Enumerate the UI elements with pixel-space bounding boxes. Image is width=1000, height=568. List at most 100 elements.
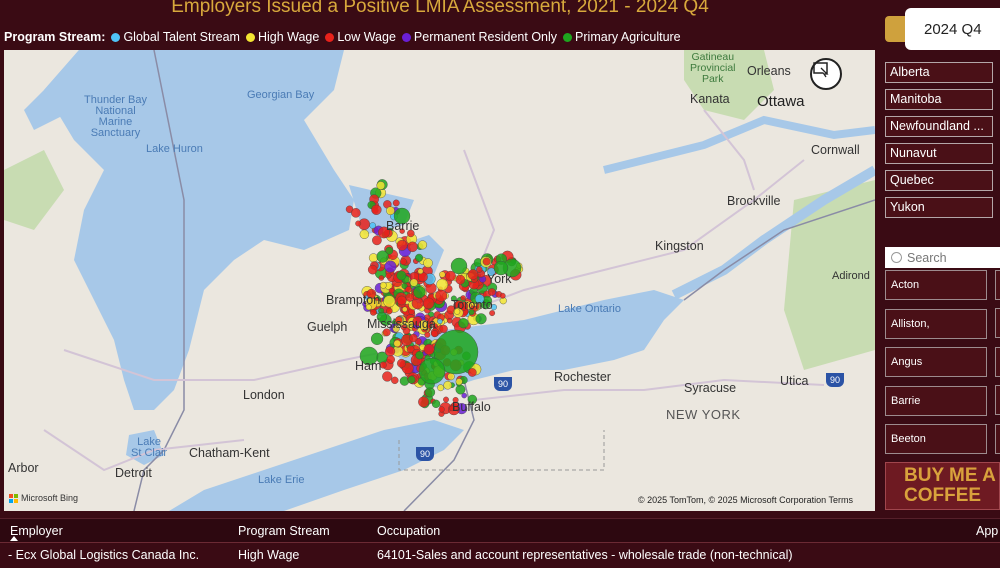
map-bubble[interactable] (369, 308, 377, 316)
map-bubble[interactable] (431, 330, 439, 338)
city-button-edge[interactable] (995, 347, 1000, 377)
map-bubble[interactable] (405, 286, 412, 293)
map-bubble[interactable] (359, 229, 370, 239)
map-bubble[interactable] (386, 307, 393, 315)
map-bubble[interactable] (392, 199, 400, 207)
map-bubble[interactable] (418, 240, 428, 250)
city-button-angus[interactable]: Angus (885, 347, 987, 377)
legend-item-global-talent[interactable]: Global Talent Stream (111, 30, 240, 44)
legend-item-high-wage[interactable]: High Wage (245, 30, 319, 44)
map-bubble[interactable] (378, 275, 385, 281)
city-button-alliston[interactable]: Alliston, (885, 308, 987, 339)
map-bubble[interactable] (370, 332, 384, 345)
map-bubble[interactable] (482, 257, 491, 266)
map-bubble[interactable] (400, 258, 407, 266)
legend-item-primary-agriculture[interactable]: Primary Agriculture (563, 30, 681, 44)
legend-item-low-wage[interactable]: Low Wage (325, 30, 396, 44)
map-bubble[interactable] (409, 333, 418, 343)
map-bubble[interactable] (385, 272, 392, 279)
map-bubble[interactable] (372, 235, 382, 246)
map-bubble[interactable] (407, 375, 416, 384)
map-bubble[interactable] (405, 293, 415, 302)
buy-me-a-coffee-button[interactable]: BUY ME A COFFEE (885, 462, 1000, 510)
map-bubble[interactable] (488, 288, 496, 296)
map-bubble[interactable] (396, 295, 407, 306)
map-bubble[interactable] (423, 258, 433, 268)
city-button-beeton[interactable]: Beeton (885, 424, 987, 454)
map-bubble[interactable] (367, 264, 378, 275)
column-header-program-stream[interactable]: Program Stream (238, 524, 330, 538)
province-button-quebec[interactable]: Quebec (885, 170, 993, 191)
legend-item-permanent-resident[interactable]: Permanent Resident Only (401, 30, 557, 44)
map-bubble[interactable] (443, 380, 453, 390)
column-header-app[interactable]: App (976, 524, 998, 538)
quarter-selector[interactable]: 2024 Q4 (905, 8, 1000, 50)
map-bubble[interactable] (397, 358, 406, 368)
map-bubble[interactable] (386, 206, 395, 216)
map-bubble[interactable] (393, 339, 401, 348)
map-bubble[interactable] (424, 331, 431, 338)
map-bubble[interactable] (385, 346, 396, 357)
map-bubble[interactable] (384, 260, 397, 273)
map-bubble[interactable] (409, 278, 418, 287)
map-bubble[interactable] (455, 274, 466, 285)
map-bubble[interactable] (396, 239, 408, 251)
map-bubble[interactable] (447, 372, 455, 381)
map-bubble[interactable] (450, 257, 468, 275)
province-button-nunavut[interactable]: Nunavut (885, 143, 993, 164)
map-bubble[interactable] (415, 351, 424, 360)
map-bubble[interactable] (413, 285, 426, 299)
table-row[interactable]: - Ecx Global Logistics Canada Inc. High … (0, 542, 1000, 566)
map-bubble[interactable] (369, 222, 376, 229)
map-bubble[interactable] (431, 399, 441, 408)
map-bubble[interactable] (437, 384, 445, 392)
province-button-alberta[interactable]: Alberta (885, 62, 993, 83)
map-bubble[interactable] (351, 208, 361, 218)
city-button-barrie[interactable]: Barrie (885, 385, 987, 416)
province-button-manitoba[interactable]: Manitoba (885, 89, 993, 110)
map-bubble[interactable] (446, 317, 453, 324)
city-button-edge[interactable] (995, 308, 1000, 338)
focus-mode-button[interactable] (810, 58, 842, 90)
province-button-yukon[interactable]: Yukon (885, 197, 993, 218)
map-bubble[interactable] (438, 406, 445, 413)
map-bubble[interactable] (436, 278, 449, 291)
map-bubble[interactable] (499, 292, 506, 299)
map-bubble[interactable] (379, 281, 387, 289)
map-copyright[interactable]: © 2025 TomTom, © 2025 Microsoft Corporat… (638, 495, 853, 505)
map-bubble[interactable] (435, 289, 448, 302)
city-button-edge[interactable] (995, 270, 1000, 300)
map-bubble[interactable] (455, 378, 463, 386)
city-search-input[interactable]: Search (885, 247, 1000, 268)
map-bubble[interactable] (439, 324, 448, 333)
map-bubble[interactable] (396, 270, 407, 281)
map-bubble[interactable] (355, 220, 362, 227)
map-bubble[interactable] (391, 376, 399, 385)
map-bubble[interactable] (418, 357, 446, 385)
bubble-map[interactable]: Georgian Bay Thunder Bay National Marine… (4, 50, 875, 511)
city-button-edge[interactable] (995, 424, 1000, 454)
map-bubble[interactable] (376, 181, 386, 190)
map-bubble[interactable] (376, 250, 389, 263)
map-bubble[interactable] (407, 241, 418, 253)
map-bubble[interactable] (458, 318, 469, 329)
map-bubble[interactable] (418, 396, 429, 408)
map-bubble[interactable] (437, 318, 443, 325)
map-bubble[interactable] (439, 271, 446, 278)
column-header-occupation[interactable]: Occupation (377, 524, 440, 538)
map-bubble[interactable] (476, 266, 483, 273)
map-bubble[interactable] (455, 384, 466, 395)
map-bubble[interactable] (475, 313, 487, 325)
map-bubble[interactable] (388, 287, 395, 294)
city-button-edge[interactable] (995, 385, 1000, 415)
city-button-acton[interactable]: Acton (885, 270, 987, 300)
map-bubble[interactable] (443, 396, 449, 403)
map-bubble[interactable] (422, 297, 435, 310)
map-bubble[interactable] (382, 371, 393, 382)
map-bubble[interactable] (415, 253, 424, 262)
map-bubble[interactable] (371, 204, 382, 215)
map-bubble[interactable] (383, 295, 396, 308)
map-bubble[interactable] (417, 268, 424, 275)
map-bubble[interactable] (386, 355, 395, 364)
province-button-newfoundland[interactable]: Newfoundland ... (885, 116, 993, 137)
